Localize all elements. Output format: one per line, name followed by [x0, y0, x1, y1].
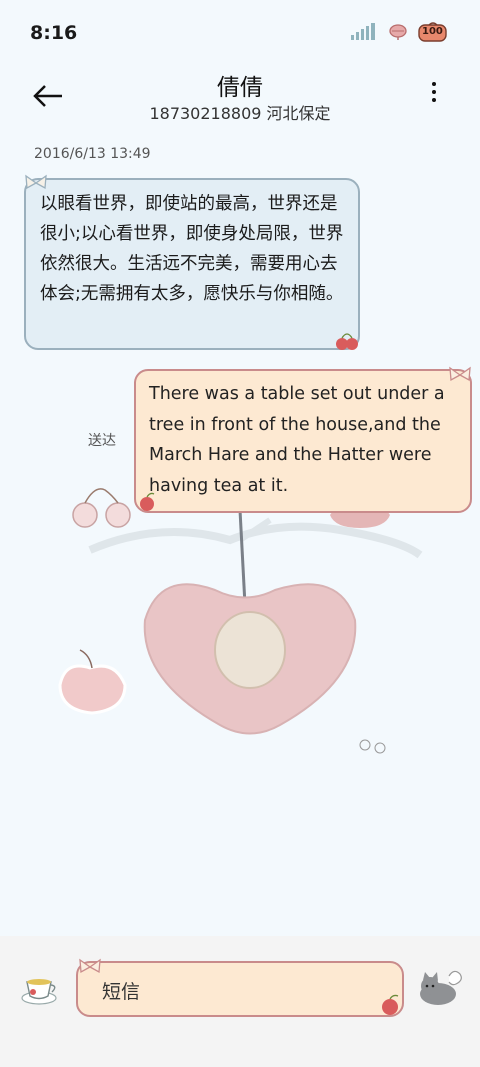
outgoing-message-text: There was a table set out under a tree i…	[149, 384, 445, 496]
status-bar: 8:16 100	[0, 0, 480, 64]
cherry-icon	[140, 492, 155, 511]
contact-name: 倩倩	[217, 75, 263, 101]
incoming-message-bubble[interactable]: 以眼看世界，即使站的最高，世界还是很小;以心看世界，即使身处局限，世界依然很大。…	[24, 178, 360, 350]
message-input[interactable]: 短信	[76, 961, 404, 1017]
cherry-icon	[336, 333, 358, 350]
bow-icon	[25, 174, 47, 190]
cherry-background-art	[58, 488, 423, 754]
message-timestamp: 2016/6/13 13:49	[34, 146, 151, 162]
wifi-icon	[389, 24, 407, 40]
outgoing-message-bubble[interactable]: There was a table set out under a tree i…	[134, 369, 472, 513]
contact-number-location: 18730218809 河北保定	[149, 104, 331, 123]
incoming-message-text: 以眼看世界，即使站的最高，世界还是很小;以心看世界，即使身处局限，世界依然很大。…	[40, 194, 344, 304]
conversation-header: 倩倩 18730218809 河北保定	[0, 64, 480, 134]
more-options-button[interactable]	[424, 78, 444, 112]
cherry-icon	[382, 994, 399, 1015]
status-icons: 100	[350, 22, 448, 42]
send-button[interactable]	[416, 964, 466, 1010]
message-input-placeholder: 短信	[102, 981, 141, 1003]
dot-icon	[432, 98, 436, 102]
cat-send-icon	[420, 970, 462, 1005]
bow-icon	[79, 958, 101, 974]
teacup-icon	[21, 979, 57, 1005]
dot-icon	[432, 82, 436, 86]
battery-level: 100	[422, 26, 443, 37]
signal-icon	[351, 23, 375, 40]
bow-icon	[449, 366, 471, 382]
dot-icon	[432, 90, 436, 94]
battery-icon: 100	[418, 22, 448, 42]
delivery-status: 送达	[88, 433, 116, 449]
status-time: 8:16	[30, 22, 78, 44]
attachment-button[interactable]	[18, 968, 60, 1010]
